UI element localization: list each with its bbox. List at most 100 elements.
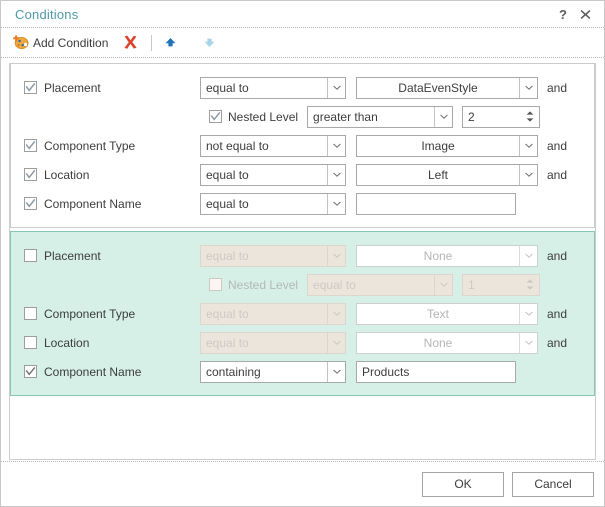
component-name-checkbox[interactable] <box>24 197 37 210</box>
conjunction-label: and <box>547 248 568 263</box>
component-type-operator-select[interactable]: equal to <box>200 302 346 325</box>
chevron-down-icon[interactable] <box>519 135 537 156</box>
location-checkbox[interactable] <box>24 336 37 349</box>
arrow-up-icon <box>162 34 179 51</box>
add-condition-button[interactable]: Add Condition <box>9 31 111 55</box>
help-button[interactable]: ? <box>552 4 574 24</box>
toolbar: Add Condition <box>1 28 604 58</box>
chevron-down-icon[interactable] <box>519 77 537 98</box>
chevron-down-icon[interactable] <box>327 332 345 353</box>
chevron-down-icon[interactable] <box>327 303 345 324</box>
component-name-operator-select[interactable]: equal to <box>200 192 346 215</box>
placement-checkbox[interactable] <box>24 249 37 262</box>
component-type-checkbox[interactable] <box>24 139 37 152</box>
nested-level-spinner[interactable]: 1 <box>462 273 541 296</box>
component-type-value-select[interactable]: Image <box>356 134 538 157</box>
nested-level-checkbox[interactable] <box>209 278 222 291</box>
placement-value-select[interactable]: None <box>356 244 538 267</box>
placement-operator-select[interactable]: equal to <box>200 244 346 267</box>
placement-operator-value: equal to <box>206 80 249 95</box>
conjunction-label: and <box>547 306 568 321</box>
chevron-down-icon[interactable] <box>434 106 452 127</box>
component-name-operator-select[interactable]: containing <box>200 360 346 383</box>
component-type-operator-select[interactable]: not equal to <box>200 134 346 157</box>
condition-group-1[interactable]: Placement equal to DataEvenStyle and Nes… <box>10 63 595 228</box>
location-value-select[interactable]: None <box>356 331 538 354</box>
chevron-down-icon[interactable] <box>434 274 452 295</box>
chevron-down-icon[interactable] <box>327 135 345 156</box>
placement-checkbox[interactable] <box>24 81 37 94</box>
component-type-checkbox-cell[interactable]: Component Type <box>24 139 200 153</box>
condition-row-nested-level: Nested Level greater than 2 <box>11 102 594 131</box>
component-name-text-input[interactable]: Products <box>356 360 516 383</box>
chevron-down-icon[interactable] <box>519 164 537 185</box>
conjunction-label: and <box>547 335 568 350</box>
conditions-scroll-area[interactable]: Placement equal to DataEvenStyle and Nes… <box>1 58 604 461</box>
nested-level-operator-select[interactable]: greater than <box>307 105 454 128</box>
move-down-button[interactable] <box>198 31 221 55</box>
cancel-button[interactable]: Cancel <box>512 471 594 497</box>
nested-level-checkbox[interactable] <box>209 110 222 123</box>
chevron-down-icon[interactable] <box>327 193 345 214</box>
nested-level-operator-select[interactable]: equal to <box>307 273 454 296</box>
location-checkbox[interactable] <box>24 168 37 181</box>
location-operator-value: equal to <box>206 335 249 350</box>
location-operator-select[interactable]: equal to <box>200 331 346 354</box>
toolbar-divider <box>151 34 153 51</box>
spinner-down-icon[interactable] <box>526 118 534 122</box>
chevron-down-icon[interactable] <box>327 245 345 266</box>
placement-checkbox-cell[interactable]: Placement <box>24 249 200 263</box>
nested-level-label: Nested Level <box>228 277 299 292</box>
location-value-select[interactable]: Left <box>356 163 538 186</box>
location-operator-value: equal to <box>206 167 249 182</box>
location-operator-select[interactable]: equal to <box>200 163 346 186</box>
nested-level-checkbox-cell[interactable]: Nested Level <box>209 278 298 292</box>
component-type-operator-value: equal to <box>206 306 249 321</box>
chevron-down-icon[interactable] <box>327 361 345 382</box>
chevron-down-icon[interactable] <box>327 77 345 98</box>
spinner-up-icon[interactable] <box>526 111 534 115</box>
chevron-down-icon[interactable] <box>327 164 345 185</box>
placement-operator-select[interactable]: equal to <box>200 76 346 99</box>
move-up-button[interactable] <box>159 31 182 55</box>
component-name-value <box>357 194 515 214</box>
component-name-value: Products <box>362 364 410 379</box>
placement-value: None <box>423 248 453 263</box>
spinner-down-icon[interactable] <box>526 286 534 290</box>
chevron-down-icon[interactable] <box>519 245 537 266</box>
condition-group-2[interactable]: Placement equal to None and Nested Level… <box>10 231 595 396</box>
nested-level-checkbox-cell[interactable]: Nested Level <box>209 110 298 124</box>
component-type-operator-value: not equal to <box>206 138 269 153</box>
component-type-checkbox-cell[interactable]: Component Type <box>24 307 200 321</box>
component-name-checkbox-cell[interactable]: Component Name <box>24 365 200 379</box>
location-checkbox-cell[interactable]: Location <box>24 336 200 350</box>
condition-row-placement: Placement equal to DataEvenStyle and <box>11 73 594 102</box>
component-name-text-input[interactable] <box>356 192 516 215</box>
placement-value-select[interactable]: DataEvenStyle <box>356 76 538 99</box>
condition-row-component-type: Component Type equal to Text and <box>11 299 594 328</box>
spinner-buttons[interactable] <box>522 275 539 295</box>
close-button[interactable] <box>574 4 596 24</box>
condition-row-component-name: Component Name containing Products <box>11 357 594 386</box>
chevron-down-icon[interactable] <box>519 303 537 324</box>
component-type-value-select[interactable]: Text <box>356 302 538 325</box>
spinner-up-icon[interactable] <box>526 279 534 283</box>
placement-checkbox-cell[interactable]: Placement <box>24 81 200 95</box>
condition-row-component-type: Component Type not equal to Image and <box>11 131 594 160</box>
check-icon <box>25 169 36 179</box>
add-condition-label: Add Condition <box>33 35 109 50</box>
check-icon <box>25 82 36 92</box>
location-checkbox-cell[interactable]: Location <box>24 168 200 182</box>
condition-row-placement: Placement equal to None and <box>11 241 594 270</box>
chevron-down-icon[interactable] <box>519 332 537 353</box>
placement-value: DataEvenStyle <box>398 80 478 95</box>
placement-operator-value: equal to <box>206 248 249 263</box>
component-name-checkbox-cell[interactable]: Component Name <box>24 197 200 211</box>
ok-button[interactable]: OK <box>422 471 504 497</box>
component-type-checkbox[interactable] <box>24 307 37 320</box>
component-name-checkbox[interactable] <box>24 365 37 378</box>
spinner-buttons[interactable] <box>522 107 539 127</box>
delete-condition-button[interactable] <box>119 31 142 55</box>
nested-level-spinner[interactable]: 2 <box>462 105 541 128</box>
conditions-list: Placement equal to DataEvenStyle and Nes… <box>9 63 596 460</box>
